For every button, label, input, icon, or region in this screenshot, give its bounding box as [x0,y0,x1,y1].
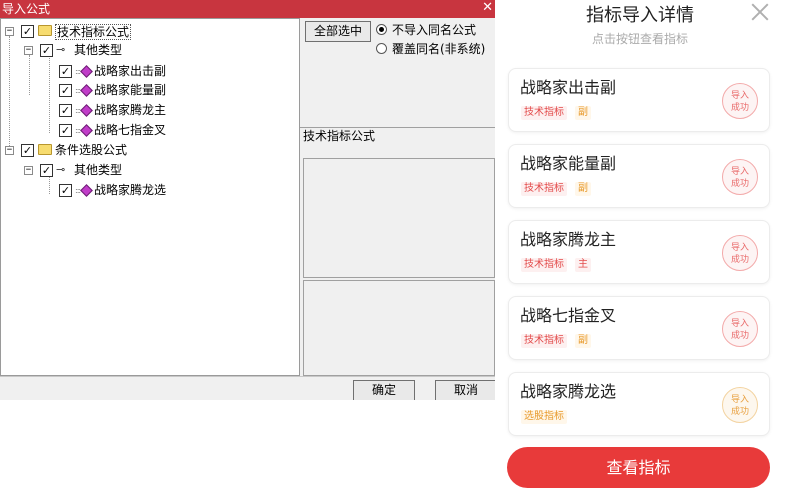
import-success-stamp: 导入 成功 [722,311,758,347]
formula-dots-icon: ::: [75,126,81,135]
ok-button[interactable]: 确定 [353,380,415,400]
tree-checkbox[interactable]: ✓ [40,164,53,177]
indicator-name: 战略家能量副 [520,154,617,173]
import-success-stamp: 导入 成功 [722,387,758,423]
tree-node-label: 条件选股公式 [55,143,128,157]
key-icon: ⊸ [56,163,66,176]
radio-label: 覆盖同名(非系统) [392,42,486,56]
tree-node-label: 技术指标公式 [55,24,132,40]
formula-gem-icon [80,124,93,137]
tree-node-label: 战略七指金叉 [94,123,167,137]
formula-gem-icon [80,104,93,117]
tree-checkbox[interactable]: ✓ [21,144,34,157]
formula-gem-icon [80,65,93,78]
stamp-line: 成功 [730,255,749,265]
stamp-line: 成功 [730,407,749,417]
tree-checkbox[interactable]: ✓ [59,84,72,97]
indicator-type-tag: 技术指标 [521,106,567,120]
collapse-icon[interactable]: − [24,46,33,55]
dialog-title: 导入公式 [2,2,51,16]
radio-label: 不导入同名公式 [392,23,477,37]
key-icon: ⊸ [56,43,66,56]
tree-checkbox[interactable]: ✓ [59,65,72,78]
indicator-type-tag: 技术指标 [521,182,567,196]
collapse-icon[interactable]: − [5,27,14,36]
folder-icon [38,144,52,155]
indicator-card: 战略家能量副 技术指标 副 导入 成功 [508,144,770,208]
dialog-close-icon[interactable]: ✕ [482,0,493,16]
stamp-line: 成功 [730,103,749,113]
view-indicator-button[interactable]: 查看指标 [507,447,770,488]
dialog-titlebar: 导入公式 ✕ [0,0,495,18]
description-pane[interactable] [303,158,495,278]
section-label: 技术指标公式 [303,129,376,143]
formula-dots-icon: ::: [75,186,81,195]
stamp-line: 导入 [730,91,749,101]
radio-no-import-same-name[interactable] [376,24,387,35]
formula-gem-icon [80,184,93,197]
indicator-name: 战略家出击副 [520,78,617,97]
tree-checkbox[interactable]: ✓ [59,124,72,137]
tree-node-label: 战略家腾龙选 [94,183,167,197]
formula-gem-icon [80,84,93,97]
tree-checkbox[interactable]: ✓ [59,184,72,197]
divider [300,127,495,128]
indicator-chart-tag: 副 [575,182,591,196]
dialog-button-bar: 确定 取消 [0,376,495,400]
formula-preview-pane[interactable] [303,280,495,376]
tree-node-label: 其他类型 [74,43,123,57]
stamp-line: 导入 [730,319,749,329]
panel-subtitle: 点击按钮查看指标 [591,32,688,46]
import-success-stamp: 导入 成功 [722,235,758,271]
formula-tree[interactable]: − ✓ 技术指标公式 − ✓ ⊸ 其他类型 ✓ ::: 战略家出击副 ✓ :::… [0,18,300,376]
formula-dots-icon: ::: [75,86,81,95]
tree-connector [29,55,30,95]
stamp-line: 导入 [730,167,749,177]
indicator-card: 战略家出击副 技术指标 副 导入 成功 [508,68,770,132]
radio-overwrite-same-name[interactable] [376,43,387,54]
formula-dots-icon: ::: [75,106,81,115]
tree-node-label: 战略家腾龙主 [94,103,167,117]
tree-checkbox[interactable]: ✓ [21,25,34,38]
formula-dots-icon: ::: [75,67,81,76]
close-icon[interactable] [749,1,771,23]
tree-node-label: 战略家能量副 [94,83,167,97]
collapse-icon[interactable]: − [24,166,33,175]
indicator-card: 战略家腾龙主 技术指标 主 导入 成功 [508,220,770,284]
tree-checkbox[interactable]: ✓ [40,44,53,57]
indicator-chart-tag: 主 [575,258,591,272]
indicator-name: 战略七指金叉 [520,306,617,325]
tree-connector [49,174,50,194]
import-formula-dialog: 导入公式 ✕ − ✓ 技术指标公式 − ✓ ⊸ 其他类型 ✓ ::: 战略家出击… [0,0,495,400]
indicator-card: 战略七指金叉 技术指标 副 导入 成功 [508,296,770,360]
indicator-card: 战略家腾龙选 选股指标 导入 成功 [508,372,770,436]
import-success-stamp: 导入 成功 [722,159,758,195]
folder-icon [38,25,52,36]
stamp-line: 导入 [730,243,749,253]
select-all-button[interactable]: 全部选中 [305,21,371,42]
tree-node-label: 其他类型 [74,163,123,177]
stamp-line: 成功 [730,331,749,341]
tree-connector [49,55,50,133]
stamp-line: 成功 [730,179,749,189]
panel-title: 指标导入详情 [586,5,694,26]
indicator-chart-tag: 副 [575,106,591,120]
tree-checkbox[interactable]: ✓ [59,104,72,117]
tree-connector [9,36,10,152]
cancel-button[interactable]: 取消 [435,380,495,400]
stamp-line: 导入 [730,395,749,405]
indicator-type-tag: 技术指标 [521,258,567,272]
indicator-name: 战略家腾龙主 [520,230,617,249]
indicator-name: 战略家腾龙选 [520,382,617,401]
import-detail-panel: 指标导入详情 点击按钮查看指标 战略家出击副 技术指标 副 导入 成功 战略家能… [495,0,804,498]
collapse-icon[interactable]: − [5,146,14,155]
indicator-type-tag: 选股指标 [521,410,567,424]
indicator-chart-tag: 副 [575,334,591,348]
import-success-stamp: 导入 成功 [722,83,758,119]
indicator-type-tag: 技术指标 [521,334,567,348]
tree-node-label: 战略家出击副 [94,64,167,78]
